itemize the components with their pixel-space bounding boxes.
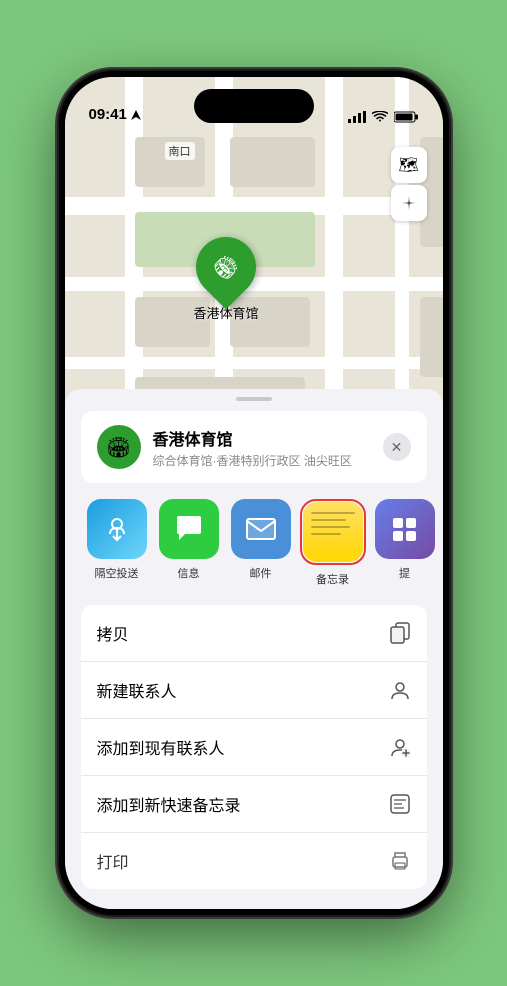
copy-label: 拷贝 xyxy=(97,621,129,645)
new-contact-label: 新建联系人 xyxy=(97,678,177,702)
mail-icon[interactable] xyxy=(231,499,291,559)
bottom-sheet: 🏟 香港体育馆 综合体育馆·香港特别行政区 油尖旺区 ✕ xyxy=(65,389,443,909)
status-time: 09:41 xyxy=(89,106,141,123)
share-airdrop[interactable]: 隔空投送 xyxy=(81,499,153,587)
map-type-button[interactable]: 🗺 xyxy=(391,147,427,183)
add-existing-label: 添加到现有联系人 xyxy=(97,735,225,759)
compass-icon xyxy=(401,195,417,211)
action-copy[interactable]: 拷贝 xyxy=(81,605,427,662)
airdrop-symbol xyxy=(102,514,132,544)
wifi-icon xyxy=(372,111,388,123)
action-print[interactable]: 打印 xyxy=(81,833,427,889)
status-icons xyxy=(348,111,419,123)
share-notes[interactable]: 备忘录 xyxy=(297,499,369,587)
print-label: 打印 xyxy=(97,849,129,873)
phone-frame: 09:41 xyxy=(59,71,449,915)
airdrop-icon[interactable] xyxy=(87,499,147,559)
close-button[interactable]: ✕ xyxy=(383,433,411,461)
action-quick-note[interactable]: 添加到新快速备忘录 xyxy=(81,776,427,833)
notes-lines xyxy=(311,512,355,535)
more-icon[interactable] xyxy=(375,499,435,559)
stadium-icon-small: 🏟 xyxy=(106,435,131,460)
action-list: 拷贝 新建联系人 添加到现有联系人 xyxy=(81,605,427,889)
location-subtitle: 综合体育馆·香港特别行政区 油尖旺区 xyxy=(153,452,383,469)
location-info: 香港体育馆 综合体育馆·香港特别行政区 油尖旺区 xyxy=(153,426,383,469)
location-button[interactable] xyxy=(391,185,427,221)
stadium-icon: 🏟 xyxy=(208,249,244,285)
action-add-existing[interactable]: 添加到现有联系人 xyxy=(81,719,427,776)
quick-note-label: 添加到新快速备忘录 xyxy=(97,792,241,816)
more-label: 提 xyxy=(399,565,410,581)
location-icon: 🏟 xyxy=(97,425,141,469)
messages-symbol xyxy=(173,514,205,544)
dynamic-island xyxy=(194,89,314,123)
action-new-contact[interactable]: 新建联系人 xyxy=(81,662,427,719)
share-more[interactable]: 提 xyxy=(369,499,441,587)
battery-icon xyxy=(394,111,419,123)
map-controls[interactable]: 🗺 xyxy=(391,147,427,221)
location-pin: 🏟 香港体育馆 xyxy=(194,237,259,322)
notes-label: 备忘录 xyxy=(316,571,349,587)
add-existing-icon xyxy=(389,736,411,758)
mail-label: 邮件 xyxy=(250,565,272,581)
time-display: 09:41 xyxy=(89,106,127,123)
messages-icon[interactable] xyxy=(159,499,219,559)
airdrop-label: 隔空投送 xyxy=(95,565,139,581)
location-arrow-icon xyxy=(131,110,141,120)
phone-screen: 09:41 xyxy=(65,77,443,909)
share-mail[interactable]: 邮件 xyxy=(225,499,297,587)
sheet-handle xyxy=(236,397,272,401)
mail-symbol xyxy=(245,515,277,543)
new-contact-icon xyxy=(389,679,411,701)
entrance-text: 南口 xyxy=(169,146,191,158)
copy-icon xyxy=(389,622,411,644)
location-header: 🏟 香港体育馆 综合体育馆·香港特别行政区 油尖旺区 ✕ xyxy=(81,411,427,483)
share-row: 隔空投送 信息 xyxy=(65,483,443,595)
print-icon xyxy=(389,850,411,872)
messages-label: 信息 xyxy=(178,565,200,581)
map-entrance-label: 南口 xyxy=(165,142,195,160)
quick-note-icon xyxy=(389,793,411,815)
share-messages[interactable]: 信息 xyxy=(153,499,225,587)
pin-circle: 🏟 xyxy=(184,225,269,310)
notes-icon[interactable] xyxy=(303,502,363,562)
pin-inner: 🏟 xyxy=(203,244,249,290)
signal-icon xyxy=(348,111,366,123)
location-name: 香港体育馆 xyxy=(153,426,383,450)
